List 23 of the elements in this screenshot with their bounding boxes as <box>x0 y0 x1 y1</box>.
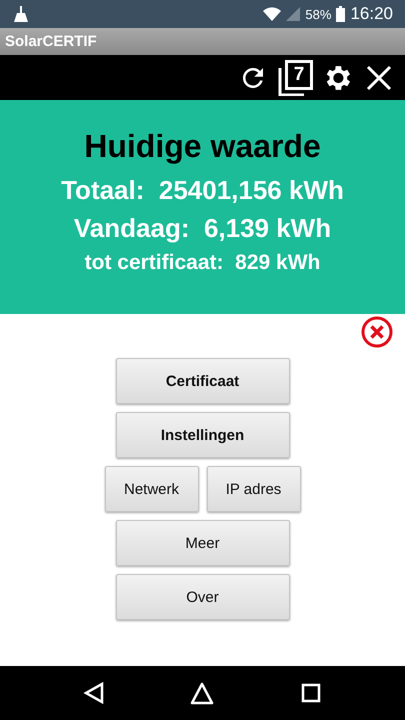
app-title: SolarCERTIF <box>5 33 97 50</box>
dismiss-button[interactable] <box>361 316 393 348</box>
close-icon <box>365 64 393 92</box>
clock-time: 16:20 <box>350 4 393 24</box>
menu-button[interactable]: Instellingen <box>116 412 290 458</box>
menu-button[interactable]: Meer <box>116 520 290 566</box>
reading-line: tot certificaat: 829 kWh <box>84 251 320 275</box>
menu-button[interactable]: Over <box>116 574 290 620</box>
broom-icon <box>14 6 28 22</box>
menu-button[interactable]: Certificaat <box>116 358 290 404</box>
summary-heading: Huidige waarde <box>84 128 321 165</box>
wifi-icon <box>263 7 282 21</box>
home-icon <box>190 681 214 705</box>
signal-icon <box>286 7 300 21</box>
battery-icon <box>336 6 346 22</box>
reading-line: Totaal: 25401,156 kWh <box>61 175 344 206</box>
back-icon <box>83 682 106 704</box>
recents-icon <box>300 683 321 703</box>
battery-percent: 58% <box>305 6 332 22</box>
menu-button[interactable]: IP adres <box>206 466 300 512</box>
close-circle-icon <box>361 316 393 348</box>
reading-line: Vandaag: 6,139 kWh <box>74 213 332 244</box>
menu-button[interactable]: Netwerk <box>104 466 198 512</box>
